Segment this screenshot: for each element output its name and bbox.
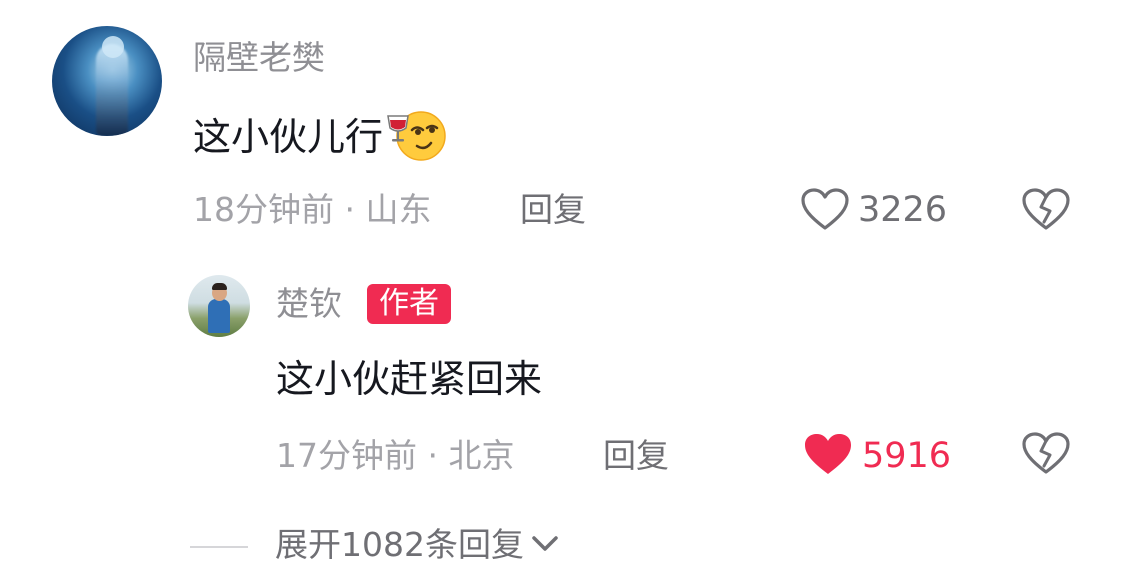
reply-time-location: 17分钟前 · 北京 <box>276 436 515 475</box>
wine-toast-smirk-emoji-icon <box>387 111 446 161</box>
reply-text: 这小伙赶紧回来 <box>276 357 543 401</box>
author-avatar[interactable] <box>188 275 250 337</box>
comment-text: 这小伙儿行 <box>193 115 384 159</box>
author-username[interactable]: 楚钦 <box>276 284 342 324</box>
comment-time-location: 18分钟前 · 山东 <box>193 190 432 229</box>
expand-replies-button[interactable]: 展开1082条回复 <box>275 525 560 565</box>
avatar-body <box>208 299 230 333</box>
like-count: 5916 <box>862 436 952 476</box>
avatar-hair <box>212 283 227 290</box>
author-badge: 作者 <box>367 284 451 324</box>
comment-text-line: 这小伙儿行 <box>193 106 447 162</box>
like-heart-filled-icon[interactable] <box>803 431 853 477</box>
reply-button[interactable]: 回复 <box>520 190 586 230</box>
commenter-username[interactable]: 隔壁老樊 <box>193 38 325 78</box>
dislike-broken-heart-icon[interactable] <box>1020 186 1072 232</box>
avatar-head <box>102 36 124 58</box>
dislike-broken-heart-icon[interactable] <box>1020 430 1072 476</box>
like-count: 3226 <box>858 190 948 230</box>
like-heart-outline-icon[interactable] <box>800 187 850 231</box>
reply-button[interactable]: 回复 <box>603 436 669 476</box>
commenter-avatar[interactable] <box>52 26 162 136</box>
expand-divider <box>190 546 248 548</box>
chevron-down-icon <box>532 536 558 551</box>
expand-replies-label: 展开1082条回复 <box>275 525 524 564</box>
